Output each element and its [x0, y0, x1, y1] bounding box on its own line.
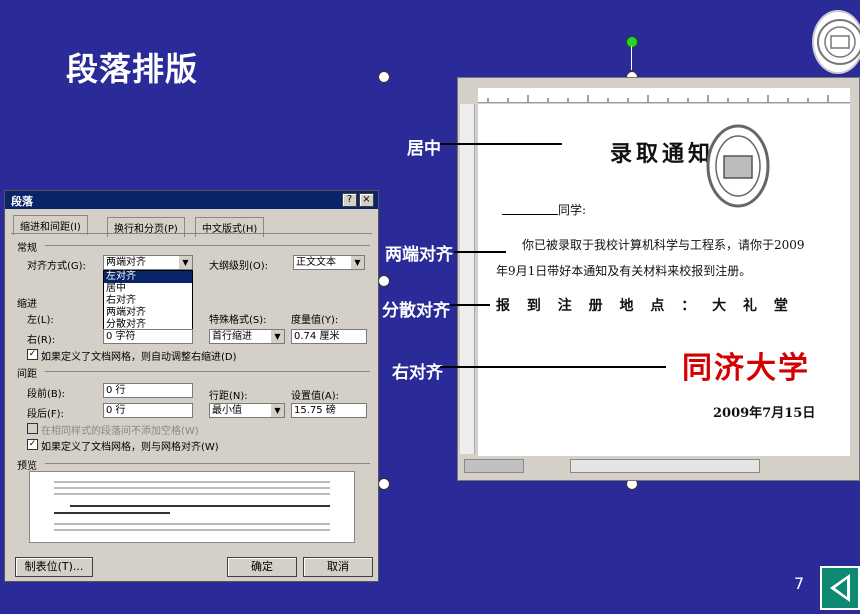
doc-body-line-2: 年9月1日带好本通知及有关材料来校报到注册。 [496, 264, 752, 278]
special-format-label: 特殊格式(S): [209, 315, 267, 326]
rotate-handle-icon[interactable] [626, 36, 638, 48]
back-arrow-icon[interactable] [820, 566, 860, 610]
line-spacing-value: 最小值 [212, 405, 242, 416]
annotation-center: 居中 [407, 139, 441, 159]
resize-handle-icon[interactable] [378, 71, 390, 83]
doc-horizontal-scrollbar[interactable] [460, 456, 856, 476]
chevron-down-icon[interactable]: ▼ [351, 256, 364, 269]
grid-align-checkbox[interactable]: ✓ [27, 439, 38, 450]
alignment-option[interactable]: 两端对齐 [104, 307, 192, 319]
space-after-label: 段后(F): [27, 409, 64, 420]
setting-value: 15.75 磅 [294, 405, 336, 416]
annotation-justify: 两端对齐 [385, 245, 453, 265]
doc-greeting: 同学: [558, 203, 587, 217]
alignment-option[interactable]: 右对齐 [104, 295, 192, 307]
paragraph-dialog: 段落 ? × 缩进和间距(I) 换行和分页(P) 中文版式(H) 常规 对齐方式… [4, 190, 379, 582]
resize-handle-icon[interactable] [378, 478, 390, 490]
tabs-button[interactable]: 制表位(T)... [15, 557, 93, 577]
cancel-button[interactable]: 取消 [303, 557, 373, 577]
page-number: 7 [794, 574, 805, 593]
line-spacing-label: 行距(N): [209, 391, 248, 402]
group-divider [45, 463, 370, 464]
name-blank-line [502, 214, 558, 215]
annotation-right: 右对齐 [392, 363, 443, 383]
outline-level-select[interactable]: 正文文本 ▼ [293, 255, 365, 270]
indent-label: 缩进 [17, 299, 37, 310]
special-format-select[interactable]: 首行缩进 ▼ [209, 329, 285, 344]
measure-value: 0.74 厘米 [294, 331, 340, 342]
chevron-down-icon[interactable]: ▼ [179, 256, 192, 269]
spacing-label: 间距 [17, 369, 37, 380]
horizontal-ruler[interactable] [478, 88, 850, 103]
group-divider [45, 245, 370, 246]
doc-report-location: 报 到 注 册 地 点 ： 大 礼 堂 [496, 298, 794, 314]
resize-handle-icon[interactable] [378, 275, 390, 287]
no-space-checkbox[interactable] [27, 423, 38, 434]
chevron-down-icon[interactable]: ▼ [271, 330, 284, 343]
grid-align-label: 如果定义了文档网格，则与网格对齐(W) [41, 442, 219, 453]
measure-label: 度量值(Y): [291, 315, 339, 326]
space-after-value: 0 行 [106, 405, 126, 416]
tab-indent-spacing[interactable]: 缩进和间距(I) [13, 215, 88, 235]
outline-level-label: 大纲级别(O): [209, 261, 269, 272]
preview-label: 预览 [17, 461, 37, 472]
vertical-ruler[interactable] [460, 104, 475, 454]
chevron-down-icon[interactable]: ▼ [271, 404, 284, 417]
measure-input[interactable]: 0.74 厘米 [291, 329, 367, 344]
tab-chinese-typography[interactable]: 中文版式(H) [195, 217, 265, 237]
preview-box [29, 471, 355, 543]
line-spacing-select[interactable]: 最小值 ▼ [209, 403, 285, 418]
alignment-select-value: 两端对齐 [106, 257, 146, 268]
right-indent-input[interactable]: 0 字符 [103, 329, 193, 344]
alignment-dropdown-list: 左对齐 居中 右对齐 两端对齐 分散对齐 [103, 270, 193, 332]
left-indent-label: 左(L): [27, 315, 54, 326]
tab-divider [11, 233, 372, 234]
leader-line [454, 251, 506, 253]
alignment-option[interactable]: 居中 [104, 283, 192, 295]
right-indent-label: 右(R): [27, 335, 56, 346]
alignment-select[interactable]: 两端对齐 ▼ [103, 255, 193, 270]
ok-button[interactable]: 确定 [227, 557, 297, 577]
alignment-option[interactable]: 左对齐 [104, 271, 192, 283]
help-button[interactable]: ? [342, 193, 357, 207]
space-after-input[interactable]: 0 行 [103, 403, 193, 418]
setting-value-label: 设置值(A): [291, 391, 340, 402]
scroll-thumb[interactable] [570, 459, 760, 473]
space-before-input[interactable]: 0 行 [103, 383, 193, 398]
no-space-label: 在相同样式的段落间不添加空格(W) [41, 426, 199, 437]
auto-indent-checkbox[interactable]: ✓ [27, 349, 38, 360]
outline-level-value: 正文文本 [296, 257, 336, 268]
special-format-value: 首行缩进 [212, 331, 252, 342]
doc-signature: 同济大学 [682, 351, 810, 386]
leader-line [440, 143, 562, 145]
university-seal-icon [812, 10, 860, 74]
dialog-title: 段落 [11, 195, 33, 208]
auto-indent-label: 如果定义了文档网格，则自动调整右缩进(D) [41, 352, 237, 363]
dialog-title-bar[interactable]: 段落 ? × [5, 191, 378, 209]
setting-value-input[interactable]: 15.75 磅 [291, 403, 367, 418]
right-indent-value: 0 字符 [106, 331, 136, 342]
space-before-label: 段前(B): [27, 389, 66, 400]
view-buttons[interactable] [464, 459, 524, 473]
general-label: 常规 [17, 243, 37, 254]
university-seal-icon [706, 112, 770, 220]
alignment-label: 对齐方式(G): [27, 261, 86, 272]
leader-line [440, 366, 666, 368]
doc-heading: 录取通知 [610, 141, 715, 167]
space-before-value: 0 行 [106, 385, 126, 396]
rotate-handle-stem [631, 46, 632, 70]
group-divider [45, 371, 370, 372]
slide-title: 段落排版 [66, 50, 199, 88]
close-button[interactable]: × [359, 193, 374, 207]
tab-line-page-breaks[interactable]: 换行和分页(P) [107, 217, 185, 237]
doc-body-line-1: 你已被录取于我校计算机科学与工程系，请你于2009 [522, 238, 805, 252]
annotation-distributed: 分散对齐 [382, 301, 450, 321]
doc-date: 2009年7月15日 [713, 406, 816, 421]
leader-line [450, 304, 490, 306]
